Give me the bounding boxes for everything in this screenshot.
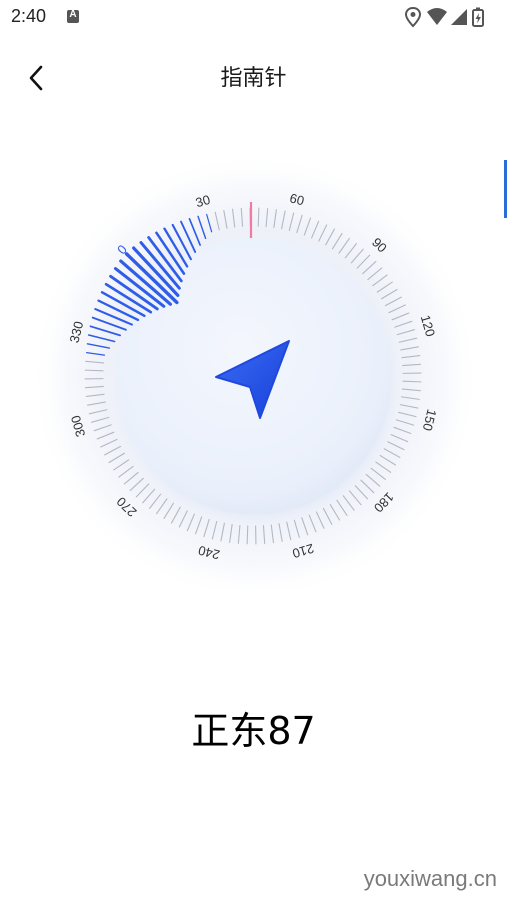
a-icon: A	[67, 9, 79, 23]
dial-tick	[246, 525, 249, 545]
battery-icon	[472, 7, 484, 27]
dial-tick	[257, 207, 260, 227]
watermark: youxiwang.cn	[363, 866, 497, 891]
location-icon	[405, 6, 422, 28]
dial-tick	[402, 380, 422, 383]
status-icons	[405, 6, 495, 28]
header: 指南针	[0, 48, 507, 100]
signal-icon	[451, 9, 467, 25]
compass: 0 30 60 90 120 150 180 210 240 270 300 330	[30, 140, 480, 590]
page-title: 指南针	[220, 66, 287, 91]
dial-tick	[84, 369, 104, 372]
status-bar: 2:40 A	[0, 0, 507, 34]
wifi-icon	[427, 8, 447, 25]
direction-readout: 正东87	[191, 709, 316, 753]
compass-dial: 030 6090120150180210240270300330	[30, 152, 480, 590]
status-time: 2:40	[11, 6, 47, 26]
